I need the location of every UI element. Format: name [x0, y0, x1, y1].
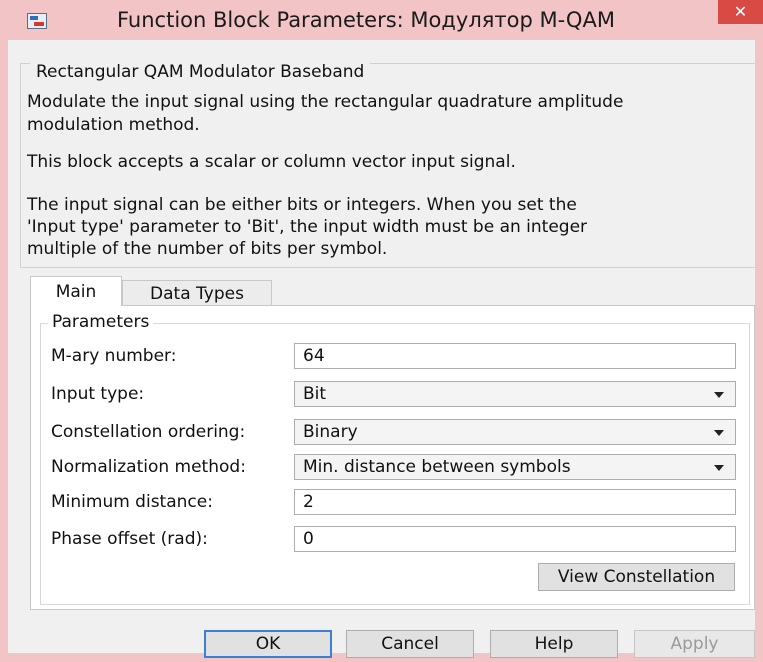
chevron-down-icon — [714, 465, 724, 471]
input-type-label: Input type: — [51, 384, 145, 404]
close-button[interactable]: ✕ — [718, 0, 763, 24]
m-ary-number-field[interactable]: 64 — [294, 343, 736, 369]
ok-button[interactable]: OK — [204, 630, 332, 658]
block-name-label: Rectangular QAM Modulator Baseband — [30, 62, 371, 82]
input-type-value: Bit — [303, 384, 327, 404]
input-type-select[interactable]: Bit — [294, 381, 736, 407]
chevron-down-icon — [714, 392, 724, 398]
apply-button[interactable]: Apply — [634, 630, 755, 658]
view-constellation-button[interactable]: View Constellation — [538, 563, 735, 591]
description-line: This block accepts a scalar or column ve… — [27, 152, 516, 172]
parameters-group-label: Parameters — [48, 312, 154, 332]
minimum-distance-label: Minimum distance: — [51, 492, 213, 512]
chevron-down-icon — [714, 430, 724, 436]
m-ary-number-label: M-ary number: — [51, 346, 177, 366]
description-line: modulation method. — [27, 115, 200, 135]
description-line: 'Input type' parameter to 'Bit', the inp… — [27, 217, 588, 237]
simulink-block-icon — [27, 13, 47, 29]
help-button[interactable]: Help — [490, 630, 618, 658]
constellation-ordering-value: Binary — [303, 422, 358, 442]
constellation-ordering-select[interactable]: Binary — [294, 419, 736, 445]
cancel-button[interactable]: Cancel — [346, 630, 474, 658]
window-title: Function Block Parameters: Модулятор M-Q… — [117, 8, 615, 32]
description-line: multiple of the number of bits per symbo… — [27, 239, 388, 259]
normalization-method-value: Min. distance between symbols — [303, 457, 571, 477]
title-bar[interactable]: Function Block Parameters: Модулятор M-Q… — [0, 0, 763, 40]
description-line: The input signal can be either bits or i… — [27, 195, 577, 215]
minimum-distance-field[interactable]: 2 — [294, 489, 736, 515]
dialog-window: Function Block Parameters: Модулятор M-Q… — [0, 0, 763, 662]
phase-offset-label: Phase offset (rad): — [51, 529, 208, 549]
phase-offset-field[interactable]: 0 — [294, 526, 736, 552]
tab-main[interactable]: Main — [30, 276, 122, 306]
constellation-ordering-label: Constellation ordering: — [51, 422, 246, 442]
description-line: Modulate the input signal using the rect… — [27, 92, 624, 112]
normalization-method-select[interactable]: Min. distance between symbols — [294, 454, 736, 480]
tab-data-types[interactable]: Data Types — [122, 280, 272, 306]
normalization-method-label: Normalization method: — [51, 457, 246, 477]
close-icon: ✕ — [733, 2, 748, 21]
